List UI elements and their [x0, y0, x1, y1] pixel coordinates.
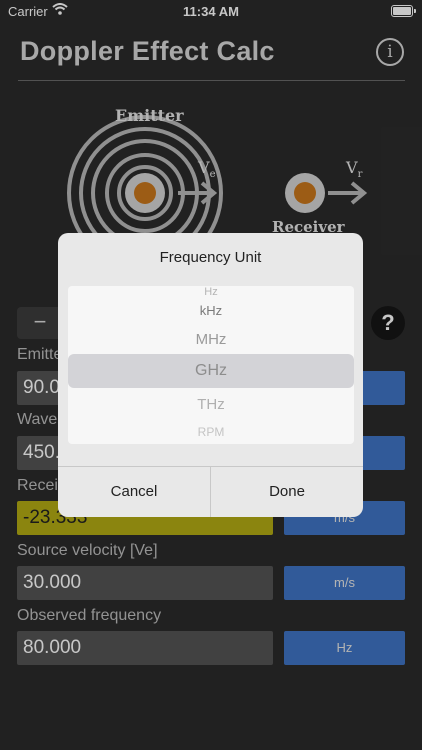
cancel-button[interactable]: Cancel: [58, 466, 210, 517]
picker-option-khz[interactable]: kHz: [68, 303, 354, 318]
picker-option-thz[interactable]: THz: [68, 396, 354, 413]
picker-option-ghz[interactable]: GHz: [68, 362, 354, 380]
frequency-unit-dialog: Frequency Unit Hz kHz MHz GHz THz RPM Ca…: [58, 233, 363, 517]
picker-option-rpm[interactable]: RPM: [68, 425, 354, 439]
picker-option-mhz[interactable]: MHz: [68, 331, 354, 348]
picker-option-hz[interactable]: Hz: [68, 286, 354, 298]
dialog-title: Frequency Unit: [159, 249, 262, 266]
frequency-unit-picker[interactable]: Hz kHz MHz GHz THz RPM: [68, 286, 354, 444]
done-button[interactable]: Done: [211, 466, 363, 517]
